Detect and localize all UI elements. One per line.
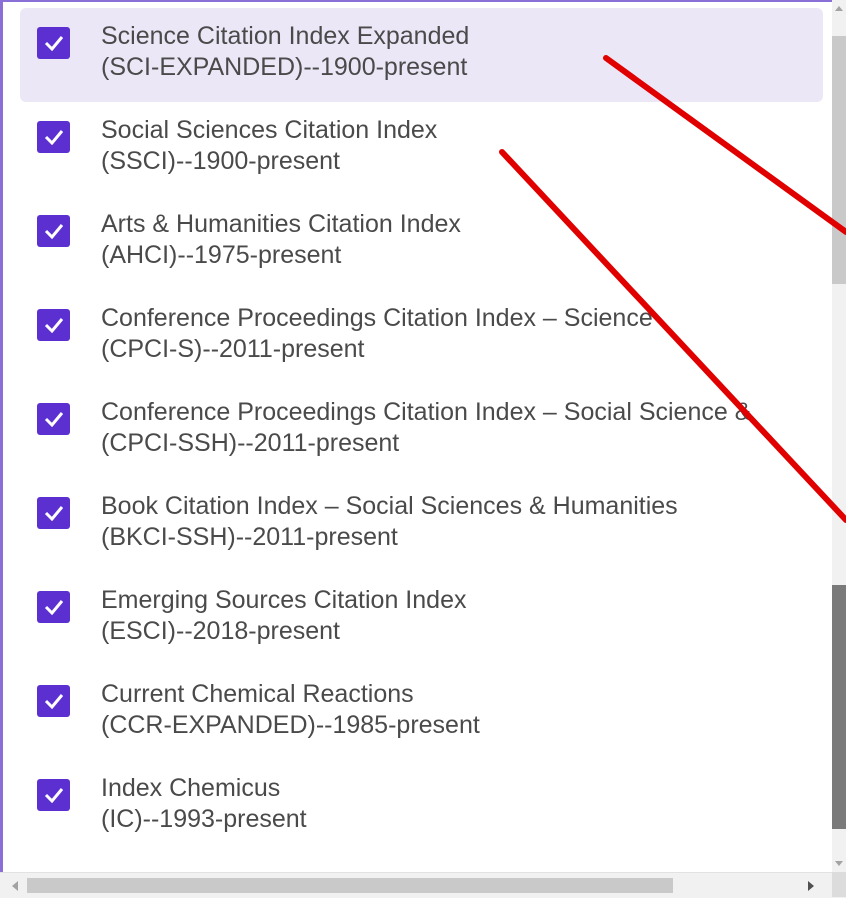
index-list: Science Citation Index Expanded (SCI-EXP… (20, 8, 823, 854)
checkbox[interactable] (37, 309, 70, 341)
horizontal-scrollbar[interactable] (0, 872, 846, 898)
index-option-bkci-ssh[interactable]: Book Citation Index – Social Sciences & … (20, 478, 823, 572)
checkmark-icon (44, 506, 63, 521)
arrow-right-icon[interactable] (808, 881, 814, 891)
scrollbar-track-segment (832, 36, 846, 284)
index-name: Index Chemicus (101, 774, 281, 802)
checkmark-icon (44, 36, 63, 51)
index-name: Book Citation Index – Social Sciences & … (101, 492, 678, 520)
option-label: Emerging Sources Citation Index (ESCI)--… (101, 585, 823, 647)
index-option-cpci-s[interactable]: Conference Proceedings Citation Index – … (20, 290, 823, 384)
checkmark-icon (44, 224, 63, 239)
index-name: Science Citation Index Expanded (101, 22, 470, 50)
option-label: Arts & Humanities Citation Index (AHCI)-… (101, 209, 823, 271)
checkmark-icon (44, 600, 63, 615)
index-option-ssci[interactable]: Social Sciences Citation Index (SSCI)--1… (20, 102, 823, 196)
checkbox[interactable] (37, 215, 70, 247)
index-option-esci[interactable]: Emerging Sources Citation Index (ESCI)--… (20, 572, 823, 666)
checkbox[interactable] (37, 779, 70, 811)
arrow-left-icon[interactable] (12, 881, 18, 891)
index-name: Conference Proceedings Citation Index – … (101, 304, 653, 332)
checkbox[interactable] (37, 403, 70, 435)
index-option-ic[interactable]: Index Chemicus (IC)--1993-present (20, 760, 823, 854)
index-name: Social Sciences Citation Index (101, 116, 438, 144)
checkbox[interactable] (37, 121, 70, 153)
arrow-up-icon[interactable] (835, 6, 843, 11)
option-label: Science Citation Index Expanded (SCI-EXP… (101, 21, 823, 83)
checkmark-icon (44, 318, 63, 333)
index-option-ahci[interactable]: Arts & Humanities Citation Index (AHCI)-… (20, 196, 823, 290)
checkmark-icon (44, 788, 63, 803)
index-detail: (CPCI-SSH)--2011-present (101, 429, 400, 457)
index-option-cpci-ssh[interactable]: Conference Proceedings Citation Index – … (20, 384, 823, 478)
checkmark-icon (44, 412, 63, 427)
index-detail: (AHCI)--1975-present (101, 241, 342, 269)
checkbox[interactable] (37, 497, 70, 529)
checkbox[interactable] (37, 27, 70, 59)
index-name: Current Chemical Reactions (101, 680, 414, 708)
option-label: Social Sciences Citation Index (SSCI)--1… (101, 115, 823, 177)
checkmark-icon (44, 130, 63, 145)
option-label: Conference Proceedings Citation Index – … (101, 303, 823, 365)
index-option-sci-expanded[interactable]: Science Citation Index Expanded (SCI-EXP… (20, 8, 823, 102)
index-detail: (BKCI-SSH)--2011-present (101, 523, 398, 551)
index-option-ccr-expanded[interactable]: Current Chemical Reactions (CCR-EXPANDED… (20, 666, 823, 760)
checkbox[interactable] (37, 685, 70, 717)
index-name: Emerging Sources Citation Index (101, 586, 467, 614)
option-label: Conference Proceedings Citation Index – … (101, 397, 823, 459)
index-detail: (CPCI-S)--2011-present (101, 335, 365, 363)
scrollbar-thumb[interactable] (832, 585, 846, 829)
index-detail: (SSCI)--1900-present (101, 147, 340, 175)
checkmark-icon (44, 694, 63, 709)
option-label: Current Chemical Reactions (CCR-EXPANDED… (101, 679, 823, 741)
vertical-scrollbar[interactable] (832, 0, 846, 872)
index-selection-panel: Science Citation Index Expanded (SCI-EXP… (0, 0, 846, 897)
scrollbar-corner (832, 872, 846, 897)
index-name: Conference Proceedings Citation Index – … (101, 398, 752, 426)
index-detail: (CCR-EXPANDED)--1985-present (101, 711, 480, 739)
scrollbar-thumb[interactable] (27, 878, 673, 893)
option-label: Index Chemicus (IC)--1993-present (101, 773, 823, 835)
index-detail: (SCI-EXPANDED)--1900-present (101, 53, 468, 81)
index-detail: (IC)--1993-present (101, 805, 307, 833)
arrow-down-icon[interactable] (835, 861, 843, 866)
index-detail: (ESCI)--2018-present (101, 617, 340, 645)
checkbox[interactable] (37, 591, 70, 623)
index-name: Arts & Humanities Citation Index (101, 210, 461, 238)
option-label: Book Citation Index – Social Sciences & … (101, 491, 823, 553)
